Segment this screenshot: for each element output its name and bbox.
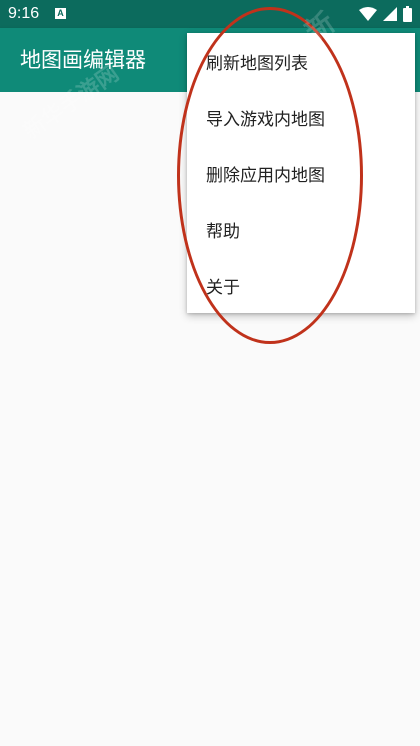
signal-icon [383, 7, 397, 21]
battery-icon [403, 6, 412, 22]
status-time: 9:16 [8, 5, 40, 22]
menu-item-import-game-map[interactable]: 导入游戏内地图 [187, 89, 415, 145]
menu-item-about[interactable]: 关于 [187, 257, 415, 313]
a-badge-icon: A [55, 8, 66, 19]
app-title: 地图画编辑器 [20, 48, 146, 72]
wifi-icon [359, 7, 377, 21]
status-bar: 9:16 A [0, 0, 420, 28]
menu-item-delete-app-map[interactable]: 删除应用内地图 [187, 145, 415, 201]
menu-item-help[interactable]: 帮助 [187, 201, 415, 257]
status-icons [359, 5, 412, 23]
menu-item-refresh-map-list[interactable]: 刷新地图列表 [187, 33, 415, 89]
overflow-menu: 刷新地图列表 导入游戏内地图 删除应用内地图 帮助 关于 [187, 33, 415, 313]
